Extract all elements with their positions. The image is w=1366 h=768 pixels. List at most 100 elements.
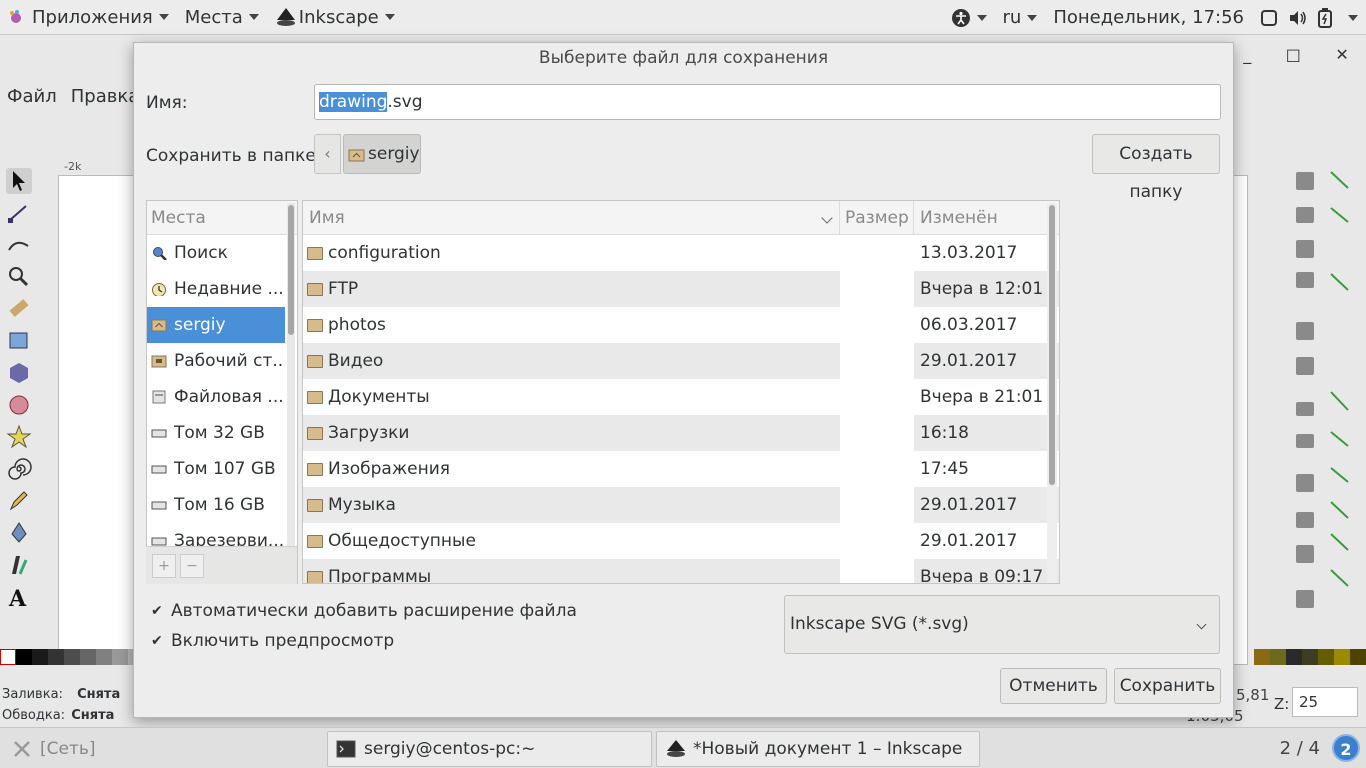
file-list-scrollbar[interactable]: [1047, 203, 1057, 583]
file-list-scroll-thumb[interactable]: [1049, 205, 1055, 485]
minimize-icon[interactable]: _: [1243, 45, 1251, 75]
place-home[interactable]: sergiy: [147, 307, 285, 343]
maximize-icon[interactable]: □: [1286, 45, 1301, 75]
places-scroll-thumb[interactable]: [288, 205, 294, 335]
task-terminal-label: sergiy@centos-pc:~: [364, 739, 536, 759]
place-volume-16[interactable]: Том 16 GB: [147, 487, 285, 523]
place-filesystem[interactable]: Файловая ...: [147, 379, 285, 415]
place-label: Файловая ...: [174, 387, 284, 407]
applications-menu[interactable]: Приложения: [0, 0, 177, 35]
file-row[interactable]: Видео 29.01.2017: [303, 343, 1059, 379]
cancel-button[interactable]: Отменить: [1000, 668, 1107, 704]
place-desktop[interactable]: Рабочий ст...: [147, 343, 285, 379]
add-bookmark-button[interactable]: +: [152, 553, 176, 578]
file-row[interactable]: Музыка 29.01.2017: [303, 487, 1059, 523]
language-menu[interactable]: ru: [995, 0, 1046, 35]
selector-tool-icon[interactable]: [6, 168, 32, 194]
desktop-folder-icon: [151, 355, 167, 368]
remove-bookmark-button[interactable]: −: [180, 553, 204, 578]
create-folder-button[interactable]: Создать папку: [1092, 134, 1220, 202]
places-header: Места: [147, 201, 297, 235]
file-row[interactable]: Программы Вчера в 09:17: [303, 559, 1059, 583]
menu-file[interactable]: Файл: [0, 78, 64, 108]
auto-extension-checkbox[interactable]: ✔ Автоматически добавить расширение файл…: [151, 601, 577, 621]
calligraphy-tool-icon[interactable]: [6, 552, 32, 578]
workspace-indicator[interactable]: 2 / 4: [1280, 738, 1320, 759]
place-volume-32[interactable]: Том 32 GB: [147, 415, 285, 451]
drive-icon: [151, 465, 167, 474]
file-row[interactable]: Изображения 17:45: [303, 451, 1059, 487]
spiral-tool-icon[interactable]: [6, 456, 32, 482]
no-paint-swatch[interactable]: [0, 649, 16, 665]
auto-extension-label: Автоматически добавить расширение файла: [171, 601, 577, 621]
file-rows: configuration 13.03.2017 FTP Вчера в 12:01 p…: [303, 235, 1059, 583]
file-name-cell: Программы: [303, 559, 840, 583]
file-row[interactable]: FTP Вчера в 12:01: [303, 271, 1059, 307]
place-volume-107[interactable]: Том 107 GB: [147, 451, 285, 487]
file-modified-cell: 06.03.2017: [920, 315, 1018, 335]
node-tool-icon[interactable]: [6, 200, 32, 226]
file-size-cell: [840, 343, 914, 379]
path-back-button[interactable]: ‹: [314, 134, 341, 174]
task-network[interactable]: [Сеть]: [3, 731, 321, 767]
file-size-cell: [840, 379, 914, 415]
file-row[interactable]: Документы Вчера в 21:01: [303, 379, 1059, 415]
task-inkscape-label: *Новый документ 1 – Inkscape: [693, 739, 963, 759]
save-button[interactable]: Сохранить: [1114, 668, 1221, 704]
status-menu[interactable]: [1252, 0, 1366, 35]
pen-tool-icon[interactable]: [6, 520, 32, 546]
file-list-header: Имя Размер Изменён: [303, 201, 1059, 235]
filename-input[interactable]: drawing.svg: [314, 84, 1221, 120]
clock-label: Понедельник, 17:56: [1053, 7, 1244, 28]
zoom-label: Z:: [1274, 695, 1290, 713]
filename-selected-text: drawing: [319, 92, 388, 112]
home-folder-icon: [348, 149, 365, 161]
inkscape-logo-icon: [667, 740, 685, 757]
folder-icon: [307, 246, 323, 260]
app-menu[interactable]: Inkscape: [267, 0, 403, 35]
task-inkscape[interactable]: *Новый документ 1 – Inkscape: [656, 731, 980, 767]
preview-checkbox[interactable]: ✔ Включить предпросмотр: [151, 631, 394, 651]
folder-icon: [307, 282, 323, 296]
file-type-select[interactable]: Inkscape SVG (*.svg): [784, 595, 1220, 654]
clock[interactable]: Понедельник, 17:56: [1045, 0, 1252, 35]
workspace-badge[interactable]: 2: [1332, 734, 1360, 762]
file-row[interactable]: Общедоступные 29.01.2017: [303, 523, 1059, 559]
zoom-field[interactable]: 25: [1292, 687, 1358, 717]
column-name-header[interactable]: Имя: [303, 201, 840, 234]
3d-box-tool-icon[interactable]: [6, 360, 32, 386]
ellipse-tool-icon[interactable]: [6, 392, 32, 418]
save-file-dialog: Выберите файл для сохранения Имя: drawin…: [133, 42, 1234, 718]
tweak-tool-icon[interactable]: [6, 232, 32, 258]
measure-tool-icon[interactable]: [6, 296, 32, 322]
svg-text:A: A: [8, 586, 27, 610]
folder-icon: [307, 426, 323, 440]
fill-value: Снята: [77, 687, 121, 702]
accessibility-menu[interactable]: [943, 0, 995, 35]
zoom-tool-icon[interactable]: [6, 264, 32, 290]
pencil-tool-icon[interactable]: [6, 488, 32, 514]
rectangle-tool-icon[interactable]: [6, 328, 32, 354]
file-size-cell: [840, 559, 914, 583]
file-row[interactable]: photos 06.03.2017: [303, 307, 1059, 343]
star-tool-icon[interactable]: [6, 424, 32, 450]
file-size-cell: [840, 523, 914, 559]
column-size-header[interactable]: Размер: [840, 201, 914, 234]
file-type-value: Inkscape SVG (*.svg): [790, 614, 969, 634]
place-recent[interactable]: Недавние ...: [147, 271, 285, 307]
place-label: Поиск: [174, 243, 228, 263]
column-modified-header[interactable]: Изменён: [914, 201, 1049, 234]
chevron-down-icon: [1348, 14, 1358, 21]
places-menu[interactable]: Места: [177, 0, 267, 35]
file-row[interactable]: configuration 13.03.2017: [303, 235, 1059, 271]
text-tool-icon[interactable]: A: [6, 584, 32, 612]
path-crumb-home[interactable]: sergiy: [343, 134, 421, 174]
close-icon[interactable]: ✕: [1335, 45, 1348, 75]
place-search[interactable]: Поиск: [147, 235, 285, 271]
file-row[interactable]: Загрузки 16:18: [303, 415, 1059, 451]
preview-label: Включить предпросмотр: [171, 631, 395, 651]
task-terminal[interactable]: sergiy@centos-pc:~: [327, 731, 652, 767]
file-size-cell: [840, 451, 914, 487]
language-label: ru: [1002, 7, 1022, 28]
places-scrollbar[interactable]: [287, 203, 295, 583]
